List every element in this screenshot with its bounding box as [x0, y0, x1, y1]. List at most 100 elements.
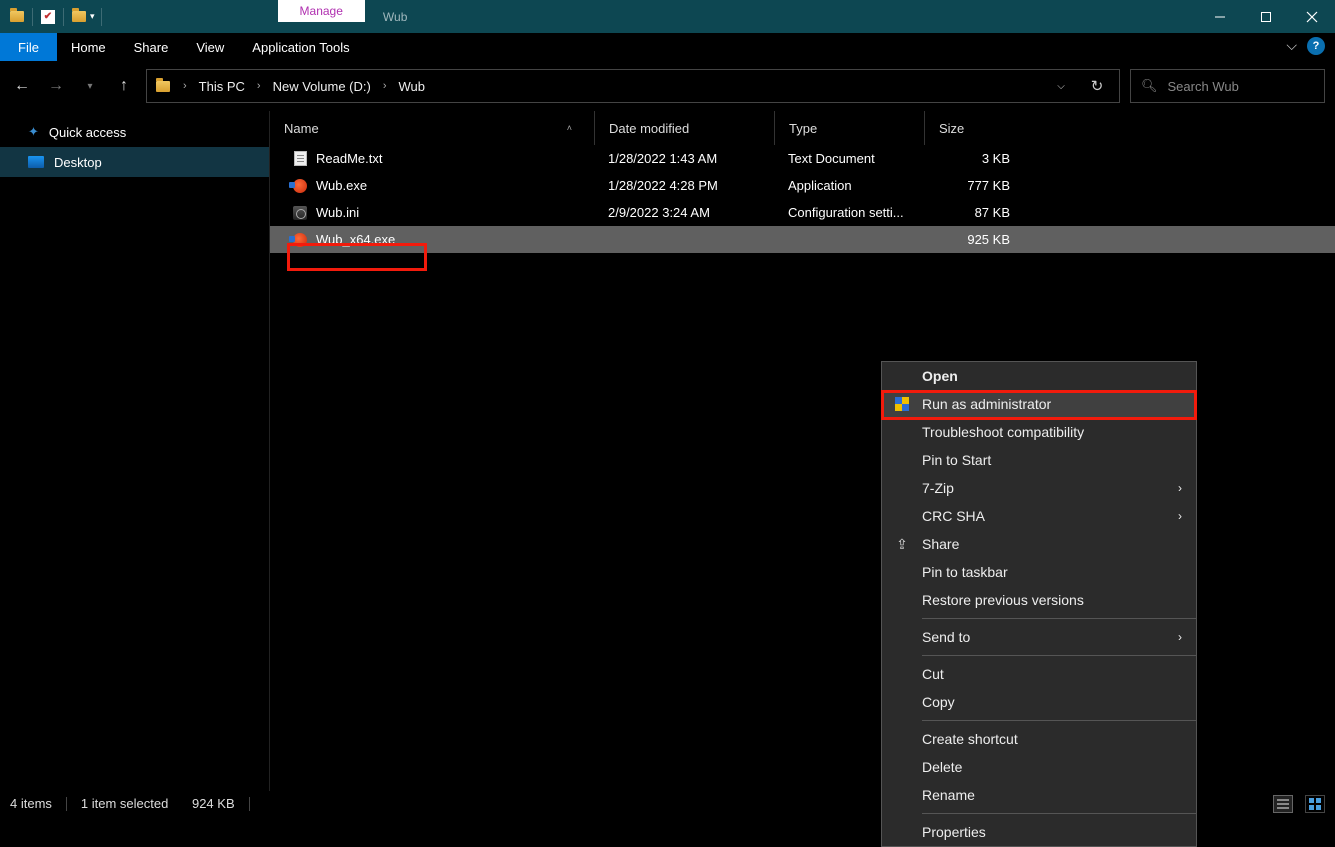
- shield-icon: [894, 396, 910, 412]
- refresh-button[interactable]: ↻: [1079, 77, 1115, 95]
- file-type: Application: [774, 178, 924, 193]
- chevron-right-icon: ›: [1178, 630, 1182, 644]
- ctx-crcsha[interactable]: CRC SHA ›: [882, 502, 1196, 530]
- view-thumbnails-button[interactable]: [1305, 795, 1325, 813]
- up-button[interactable]: ↑: [112, 74, 136, 98]
- file-size: 777 KB: [924, 178, 1024, 193]
- search-placeholder: Search Wub: [1168, 79, 1239, 94]
- ctx-label: Send to: [922, 629, 970, 645]
- menu-home[interactable]: Home: [57, 33, 120, 61]
- navigation-row: ← → ▾ ↑ › This PC › New Volume (D:) › Wu…: [0, 61, 1335, 111]
- context-menu-separator: [922, 655, 1196, 656]
- ctx-share[interactable]: ⇪ Share: [882, 530, 1196, 558]
- ctx-7zip[interactable]: 7-Zip ›: [882, 474, 1196, 502]
- search-box[interactable]: 🔍︎ Search Wub: [1130, 69, 1325, 103]
- sort-indicator-icon: ˄: [567, 123, 580, 133]
- file-icon: [292, 232, 308, 248]
- file-row[interactable]: ReadMe.txt 1/28/2022 1:43 AMText Document…: [270, 145, 1335, 172]
- sidebar-item-label: Desktop: [54, 155, 102, 170]
- ctx-label: Run as administrator: [922, 396, 1051, 412]
- ctx-restore[interactable]: Restore previous versions: [882, 586, 1196, 614]
- breadcrumb-this-pc[interactable]: This PC: [195, 79, 249, 94]
- file-size: 3 KB: [924, 151, 1024, 166]
- context-menu-separator: [922, 618, 1196, 619]
- recent-dropdown-icon[interactable]: ▾: [78, 74, 102, 98]
- chevron-right-icon[interactable]: ›: [249, 80, 269, 92]
- ctx-label: Share: [922, 536, 959, 552]
- ribbon-menu-bar: File Home Share View Application Tools ⌵…: [0, 33, 1335, 61]
- ctx-rename[interactable]: Rename: [882, 781, 1196, 809]
- file-row[interactable]: Wub.exe1/28/2022 4:28 PMApplication777 K…: [270, 172, 1335, 199]
- address-bar[interactable]: › This PC › New Volume (D:) › Wub ⌵ ↻: [146, 69, 1120, 103]
- menu-share[interactable]: Share: [120, 33, 183, 61]
- ctx-create-shortcut[interactable]: Create shortcut: [882, 725, 1196, 753]
- forward-button[interactable]: →: [44, 74, 68, 98]
- column-header-date[interactable]: Date modified: [594, 111, 774, 145]
- context-menu-separator: [922, 813, 1196, 814]
- file-type: Configuration setti...: [774, 205, 924, 220]
- qat-properties-icon[interactable]: ✔: [39, 6, 57, 28]
- address-dropdown-icon[interactable]: ⌵: [1043, 81, 1079, 92]
- qat-dropdown-icon[interactable]: ▾: [90, 11, 95, 22]
- file-type: Text Document: [774, 151, 924, 166]
- column-header-size[interactable]: Size: [924, 111, 1024, 145]
- ribbon-contextual-tab[interactable]: Manage: [278, 0, 365, 22]
- qat-newfolder-icon[interactable]: [70, 6, 88, 28]
- minimize-button[interactable]: [1197, 0, 1243, 33]
- breadcrumb-volume[interactable]: New Volume (D:): [269, 79, 375, 94]
- file-icon: [292, 151, 308, 167]
- list-icon: [1277, 798, 1289, 810]
- file-row[interactable]: Wub_x64.exe 925 KB: [270, 226, 1335, 253]
- file-row[interactable]: Wub.ini2/9/2022 3:24 AMConfiguration set…: [270, 199, 1335, 226]
- ctx-troubleshoot[interactable]: Troubleshoot compatibility: [882, 418, 1196, 446]
- ctx-send-to[interactable]: Send to ›: [882, 623, 1196, 651]
- help-icon[interactable]: ?: [1307, 37, 1325, 55]
- desktop-icon: [28, 156, 44, 168]
- ribbon-collapse-icon[interactable]: ⌵: [1286, 37, 1297, 54]
- window-folder-icon: [8, 6, 26, 28]
- file-name: ReadMe.txt: [316, 151, 382, 166]
- file-menu[interactable]: File: [0, 33, 57, 61]
- column-header-name[interactable]: Name ˄: [270, 111, 594, 145]
- status-selection: 1 item selected: [81, 796, 168, 811]
- chevron-right-icon: ›: [1178, 509, 1182, 523]
- column-header-type[interactable]: Type: [774, 111, 924, 145]
- ctx-copy[interactable]: Copy: [882, 688, 1196, 716]
- back-button[interactable]: ←: [10, 74, 34, 98]
- star-icon: ✦: [28, 124, 39, 140]
- file-date: 1/28/2022 4:28 PM: [594, 178, 774, 193]
- share-icon: ⇪: [894, 536, 910, 552]
- sidebar-item-label: Quick access: [49, 125, 126, 140]
- navigation-pane: ✦ Quick access Desktop: [0, 111, 270, 791]
- ctx-pin-start[interactable]: Pin to Start: [882, 446, 1196, 474]
- sidebar-desktop[interactable]: Desktop: [0, 147, 269, 177]
- ctx-delete[interactable]: Delete: [882, 753, 1196, 781]
- file-icon: [292, 205, 308, 221]
- ctx-pin-taskbar[interactable]: Pin to taskbar: [882, 558, 1196, 586]
- ctx-open[interactable]: Open: [882, 362, 1196, 390]
- ctx-run-as-admin[interactable]: Run as administrator: [882, 390, 1196, 418]
- file-icon: [292, 178, 308, 194]
- maximize-button[interactable]: [1243, 0, 1289, 33]
- menu-application-tools[interactable]: Application Tools: [238, 33, 363, 61]
- breadcrumb-folder[interactable]: Wub: [395, 79, 430, 94]
- ctx-cut[interactable]: Cut: [882, 660, 1196, 688]
- ctx-label: 7-Zip: [922, 480, 954, 496]
- ctx-label: CRC SHA: [922, 508, 985, 524]
- ctx-properties[interactable]: Properties: [882, 818, 1196, 846]
- file-size: 87 KB: [924, 205, 1024, 220]
- chevron-right-icon[interactable]: ›: [175, 80, 195, 92]
- file-size: 925 KB: [924, 232, 1024, 247]
- status-size: 924 KB: [192, 796, 235, 811]
- view-details-button[interactable]: [1273, 795, 1293, 813]
- chevron-right-icon[interactable]: ›: [375, 80, 395, 92]
- close-button[interactable]: [1289, 0, 1335, 33]
- menu-view[interactable]: View: [182, 33, 238, 61]
- file-name: Wub.ini: [316, 205, 359, 220]
- file-date: 1/28/2022 1:43 AM: [594, 151, 774, 166]
- file-name: Wub_x64.exe: [316, 232, 395, 247]
- sidebar-quick-access[interactable]: ✦ Quick access: [0, 117, 269, 147]
- chevron-right-icon: ›: [1178, 481, 1182, 495]
- context-menu: Open Run as administrator Troubleshoot c…: [881, 361, 1197, 847]
- grid-icon: [1309, 798, 1321, 810]
